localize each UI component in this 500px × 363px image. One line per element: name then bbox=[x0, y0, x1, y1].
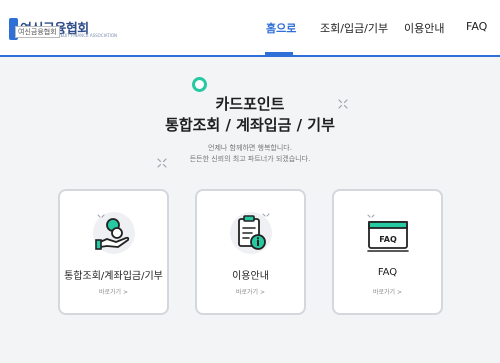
nav-active-indicator bbox=[265, 52, 293, 55]
hero-subtitle-line1: 언제나 함께하면 행복합니다. bbox=[208, 144, 292, 152]
hero-title-line2: 통합조회 / 계좌입금 / 기부 bbox=[165, 116, 335, 134]
card-inquiry-deposit-donate[interactable]: 통합조회/계좌입금/기부 바로가기 > bbox=[58, 189, 169, 315]
card-title: FAQ bbox=[377, 267, 398, 278]
hero-title-line1: 카드포인트 bbox=[215, 95, 285, 113]
nav-guide[interactable]: 이용안내 bbox=[404, 20, 444, 36]
hero-subtitle-line2: 든든한 신뢰의 최고 파트너가 되겠습니다. bbox=[189, 155, 311, 163]
logo-subtext: CREDIT FINANCE ASSOCIATION bbox=[55, 33, 117, 38]
nav-faq[interactable]: FAQ bbox=[466, 20, 487, 33]
clipboard-info-icon bbox=[230, 212, 272, 254]
header-bar: 여신금융협회 CREDIT FINANCE ASSOCIATION 여신금융협회… bbox=[0, 0, 500, 57]
faq-window-icon: FAQ bbox=[367, 214, 409, 252]
site-logo[interactable]: 여신금융협회 CREDIT FINANCE ASSOCIATION 여신금융협회 bbox=[9, 18, 117, 40]
nav-home[interactable]: 홈으로 bbox=[266, 20, 296, 36]
card-go-link[interactable]: 바로가기 > bbox=[197, 287, 304, 296]
card-go-link[interactable]: 바로가기 > bbox=[60, 287, 167, 296]
svg-text:FAQ: FAQ bbox=[379, 235, 397, 244]
logo-badge: 여신금융협회 bbox=[15, 26, 60, 38]
nav-inquiry-deposit-donate[interactable]: 조회/입금/기부 bbox=[320, 20, 388, 36]
card-title: 이용안내 bbox=[232, 271, 269, 282]
card-go-link[interactable]: 바로가기 > bbox=[334, 287, 441, 296]
hand-coin-icon bbox=[93, 212, 135, 254]
card-title: 통합조회/계좌입금/기부 bbox=[64, 271, 163, 282]
decorative-circle-icon bbox=[192, 77, 207, 92]
card-faq[interactable]: FAQ FAQ 바로가기 > bbox=[332, 189, 443, 315]
card-guide[interactable]: 이용안내 바로가기 > bbox=[195, 189, 306, 315]
